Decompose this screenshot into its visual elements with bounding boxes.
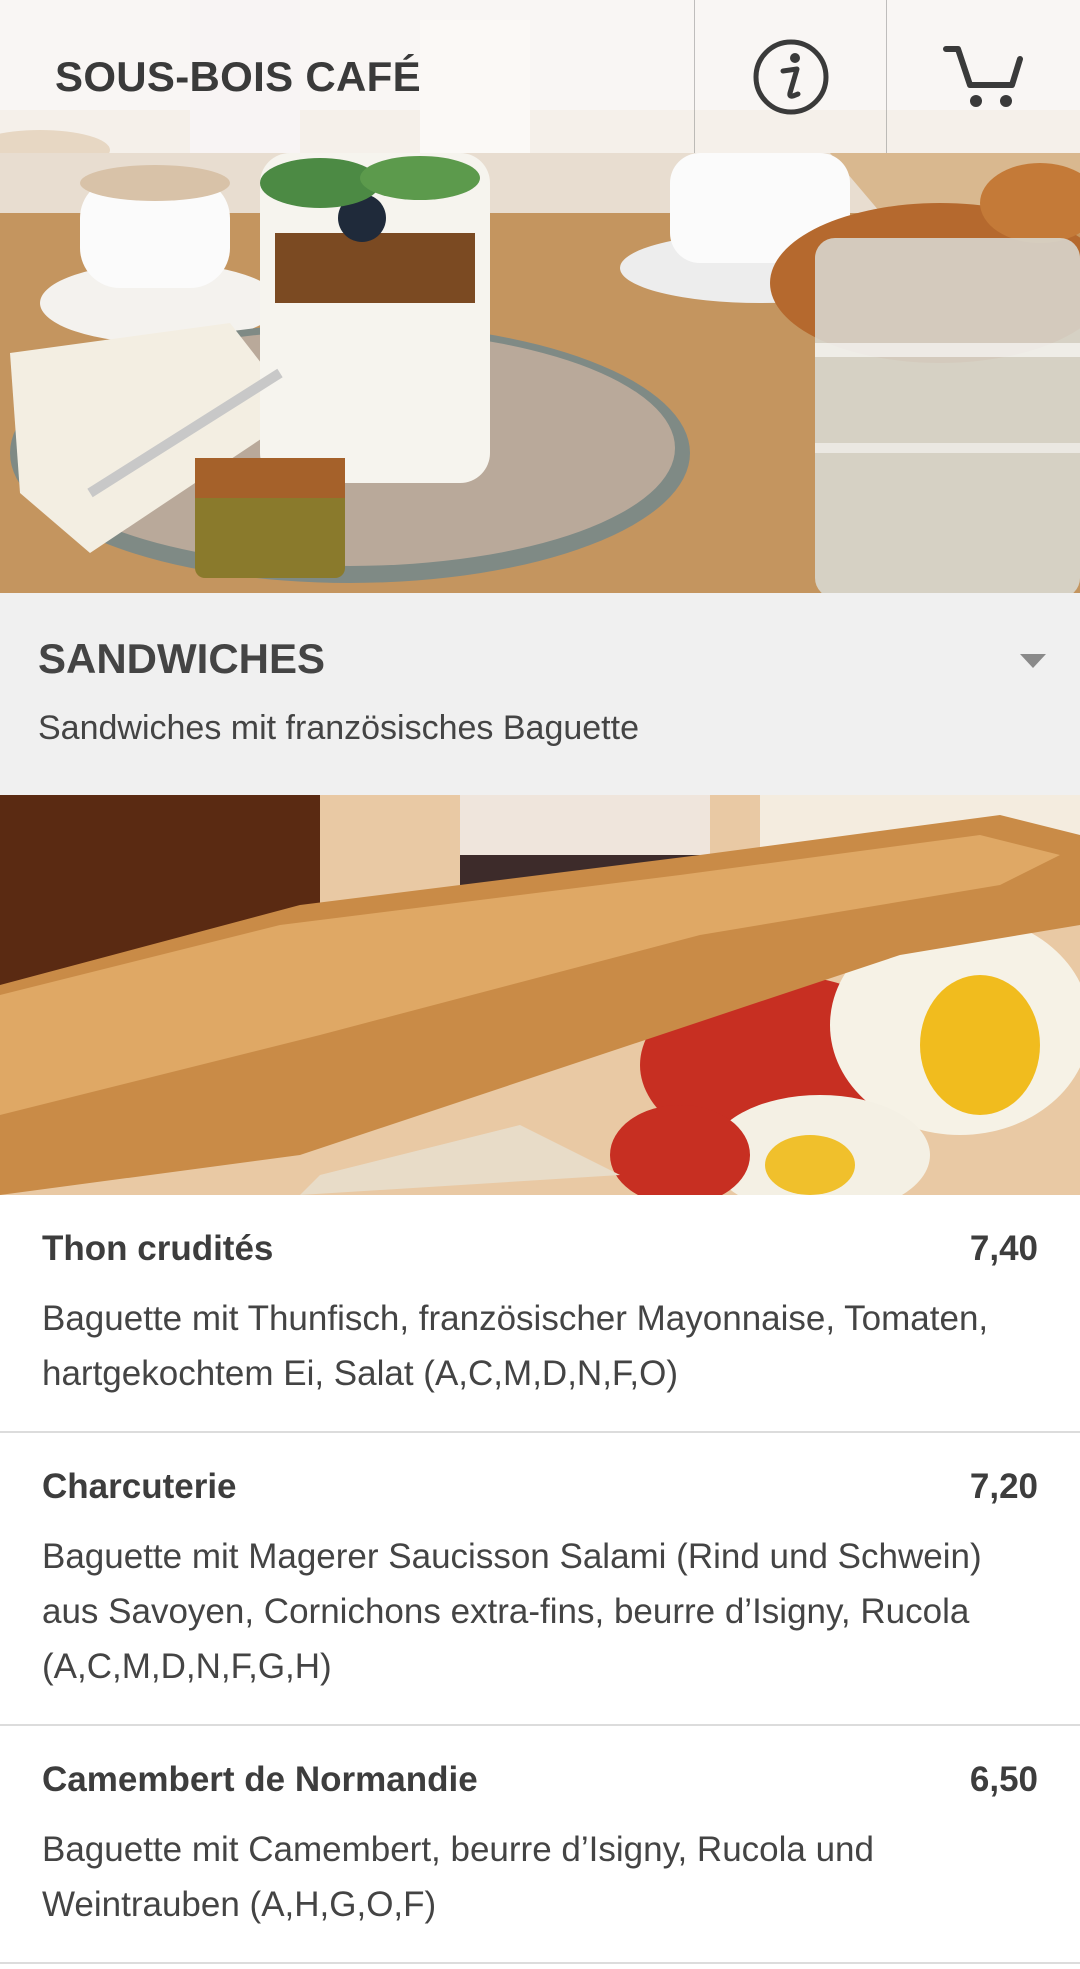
cart-button[interactable] (886, 0, 1080, 153)
item-name: Charcuterie (42, 1467, 237, 1506)
item-price: 7,20 (969, 1467, 1038, 1506)
category-photo (0, 795, 1080, 1195)
item-description: Baguette mit Thunfisch, französischer Ma… (42, 1299, 989, 1393)
item-description: Baguette mit Magerer Saucisson Salami (R… (42, 1537, 982, 1686)
item-price: 7,40 (969, 1229, 1038, 1268)
menu-item[interactable]: Camembert de Normandie 6,50 Baguette mit… (0, 1726, 1080, 1964)
info-button[interactable] (694, 0, 886, 153)
item-description: Baguette mit Camembert, beurre d’Isigny,… (42, 1830, 874, 1924)
brand-title[interactable]: SOUS-BOIS CAFÉ (0, 0, 694, 153)
category-description: Sandwiches mit französisches Baguette (38, 709, 639, 747)
caret-down-icon[interactable] (1018, 651, 1048, 671)
category-header-sandwiches[interactable]: SANDWICHES Sandwiches mit französisches … (0, 593, 1080, 795)
menu-item[interactable]: Charcuterie 7,20 Baguette mit Magerer Sa… (0, 1433, 1080, 1726)
item-price: 6,50 (969, 1760, 1038, 1799)
info-icon (753, 39, 828, 114)
item-name: Camembert de Normandie (42, 1760, 478, 1799)
item-name: Thon crudités (42, 1229, 274, 1268)
menu-item[interactable]: Thon crudités 7,40 Baguette mit Thunfisc… (0, 1195, 1080, 1433)
hero-photo (0, 153, 1080, 593)
app-header: SOUS-BOIS CAFÉ (0, 0, 1080, 153)
cart-icon (942, 45, 1023, 107)
category-title: SANDWICHES (38, 635, 326, 682)
menu-item-list: Thon crudités 7,40 Baguette mit Thunfisc… (0, 1195, 1080, 1964)
